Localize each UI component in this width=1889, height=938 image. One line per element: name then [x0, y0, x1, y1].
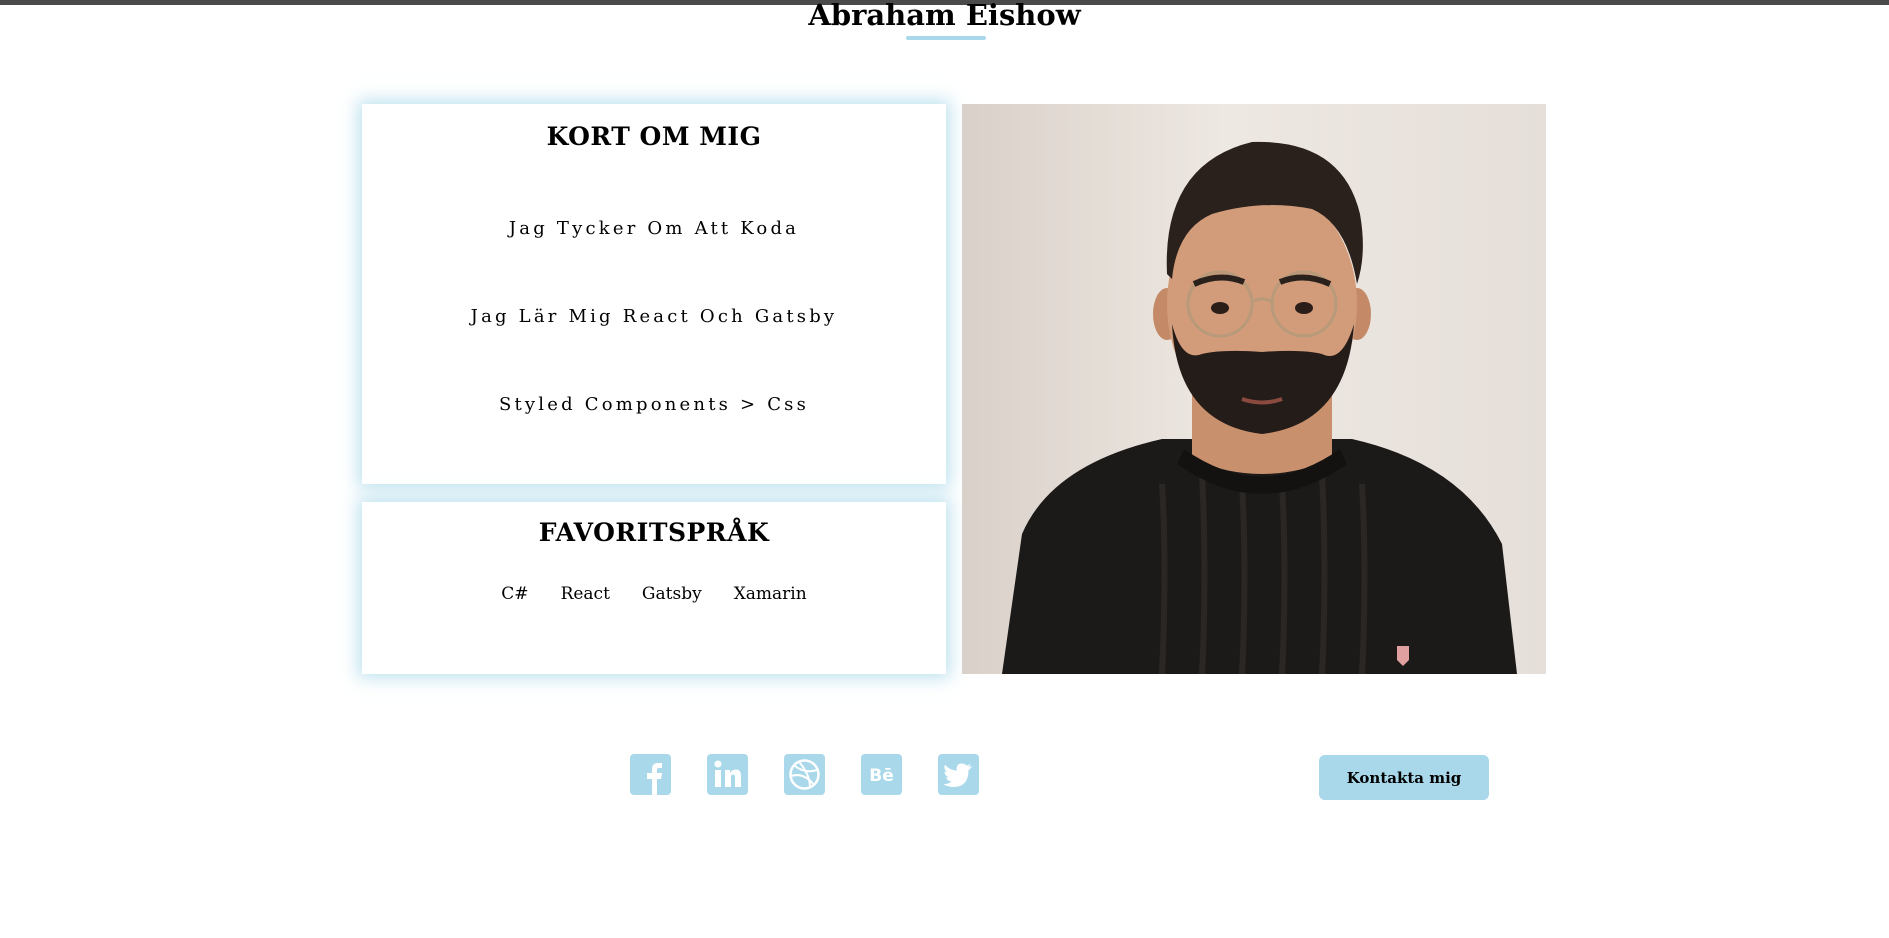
page-title: Abraham Eishow — [808, 0, 1081, 32]
facebook-icon[interactable] — [630, 754, 671, 795]
behance-icon[interactable]: Bē — [861, 754, 902, 795]
about-line: Styled Components > Css — [498, 394, 810, 415]
language-item: Gatsby — [641, 584, 702, 604]
profile-photo-illustration — [962, 104, 1546, 674]
language-item: Xamarin — [733, 584, 807, 604]
about-line: Jag Lär Mig React Och Gatsby — [470, 306, 838, 327]
dribbble-icon[interactable] — [784, 754, 825, 795]
languages-card: FAVORITSPRÅK C# React Gatsby Xamarin — [362, 502, 946, 674]
about-card: KORT OM MIG Jag Tycker Om Att Koda Jag L… — [362, 104, 946, 484]
profile-photo — [962, 104, 1546, 674]
about-line: Jag Tycker Om Att Koda — [508, 218, 800, 239]
behance-icon-text: Bē — [869, 766, 894, 786]
language-item: React — [560, 584, 610, 604]
contact-button[interactable]: Kontakta mig — [1319, 755, 1489, 800]
about-heading: KORT OM MIG — [546, 122, 762, 151]
language-list: C# React Gatsby Xamarin — [362, 584, 946, 604]
linkedin-icon[interactable] — [707, 754, 748, 795]
twitter-icon[interactable] — [938, 754, 979, 795]
title-underline — [906, 36, 986, 40]
languages-heading: FAVORITSPRÅK — [538, 518, 770, 547]
language-item: C# — [501, 584, 529, 604]
